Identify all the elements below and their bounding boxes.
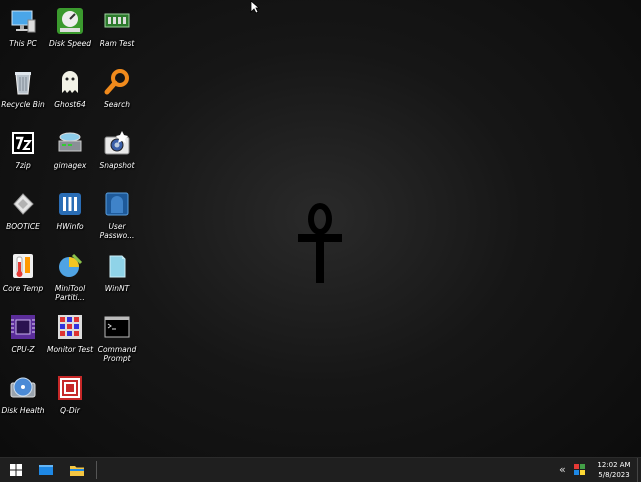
icon-label: CPU-Z [11,345,35,354]
folder-icon [70,466,84,476]
disk-speed-icon [55,6,85,36]
clock-time: 12:02 AM [597,461,631,469]
desktop-icon-ram-test[interactable]: Ram Test [94,6,140,48]
icon-label: Snapshot [99,161,135,170]
desktop-icon-minitool[interactable]: MiniTool Partiti... [47,251,93,302]
icon-label: Core Temp [2,284,44,293]
desktop-icon-disk-health[interactable]: Disk Health [0,373,46,415]
winnt-icon [102,251,132,281]
desktop-icon-monitor-test[interactable]: Monitor Test [47,312,93,354]
thermometer-icon [8,251,38,281]
q-dir-icon [55,373,85,403]
icon-label: MiniTool Partiti... [54,284,86,302]
user-password-icon [102,189,132,219]
desktop: This PC Disk Speed Ram Test Recycle Bin … [0,0,641,457]
windows-logo-icon [10,464,22,476]
app-window-icon [39,465,53,475]
desktop-icon-ghost64[interactable]: Ghost64 [47,67,93,109]
icon-label: Q-Dir [60,406,80,415]
clock-date: 5/8/2023 [598,471,630,479]
icon-label: Recycle Bin [1,100,45,109]
desktop-icon-this-pc[interactable]: This PC [0,6,46,48]
icon-label: Disk Speed [48,39,91,48]
desktop-icon-7zip[interactable]: 7zip [0,128,46,170]
show-desktop-button[interactable] [637,458,638,482]
taskbar-app-window-button[interactable] [38,462,54,478]
7zip-icon [8,128,38,158]
bootice-icon [8,189,38,219]
icon-label: This PC [9,39,37,48]
tray-app-icon[interactable] [574,464,585,475]
ghost-icon [55,67,85,97]
taskbar: « 12:02 AM 5/8/2023 [0,457,641,482]
desktop-icon-search[interactable]: Search [94,67,140,109]
monitor-test-icon [55,312,85,342]
disk-health-icon [8,373,38,403]
hwinfo-icon [55,189,85,219]
desktop-icon-snapshot[interactable]: Snapshot [94,128,140,170]
terminal-icon [102,312,132,342]
icon-label: WinNT [104,284,130,293]
snapshot-icon [102,128,132,158]
recycle-bin-icon [8,67,38,97]
tray-overflow-chevron-icon[interactable]: « [559,463,566,476]
icon-label: Ghost64 [54,100,86,109]
desktop-icon-bootice[interactable]: BOOTICE [0,189,46,231]
this-pc-icon [8,6,38,36]
desktop-icon-core-temp[interactable]: Core Temp [0,251,46,293]
icon-label: Search [104,100,130,109]
desktop-icon-hwinfo[interactable]: HWinfo [47,189,93,231]
icon-label: 7zip [15,161,31,170]
icon-label: HWinfo [56,222,84,231]
icon-label: Ram Test [99,39,135,48]
icon-label: User Passwo... [99,222,135,240]
gimagex-icon [55,128,85,158]
taskbar-clock[interactable]: 12:02 AM 5/8/2023 [596,460,632,480]
desktop-icon-winnt[interactable]: WinNT [94,251,140,293]
taskbar-file-explorer-button[interactable] [69,462,85,478]
icon-label: BOOTICE [6,222,40,231]
cpu-icon [8,312,38,342]
desktop-icon-disk-speed[interactable]: Disk Speed [47,6,93,48]
start-button[interactable] [8,462,24,478]
ram-test-icon [102,6,132,36]
icon-label: gimagex [53,161,87,170]
desktop-icon-cpu-z[interactable]: CPU-Z [0,312,46,354]
desktop-icon-user-password[interactable]: User Passwo... [94,189,140,240]
ankh-wallpaper-logo [298,203,342,283]
desktop-icon-command-prompt[interactable]: Command Prompt [94,312,140,363]
icon-label: Disk Health [1,406,45,415]
search-icon [102,67,132,97]
desktop-icon-recycle-bin[interactable]: Recycle Bin [0,67,46,109]
taskbar-divider [96,461,97,479]
mouse-cursor-icon [250,0,260,14]
minitool-partition-icon [55,251,85,281]
desktop-icon-q-dir[interactable]: Q-Dir [47,373,93,415]
desktop-icon-gimagex[interactable]: gimagex [47,128,93,170]
icon-label: Monitor Test [47,345,94,354]
icon-label: Command Prompt [97,345,137,363]
